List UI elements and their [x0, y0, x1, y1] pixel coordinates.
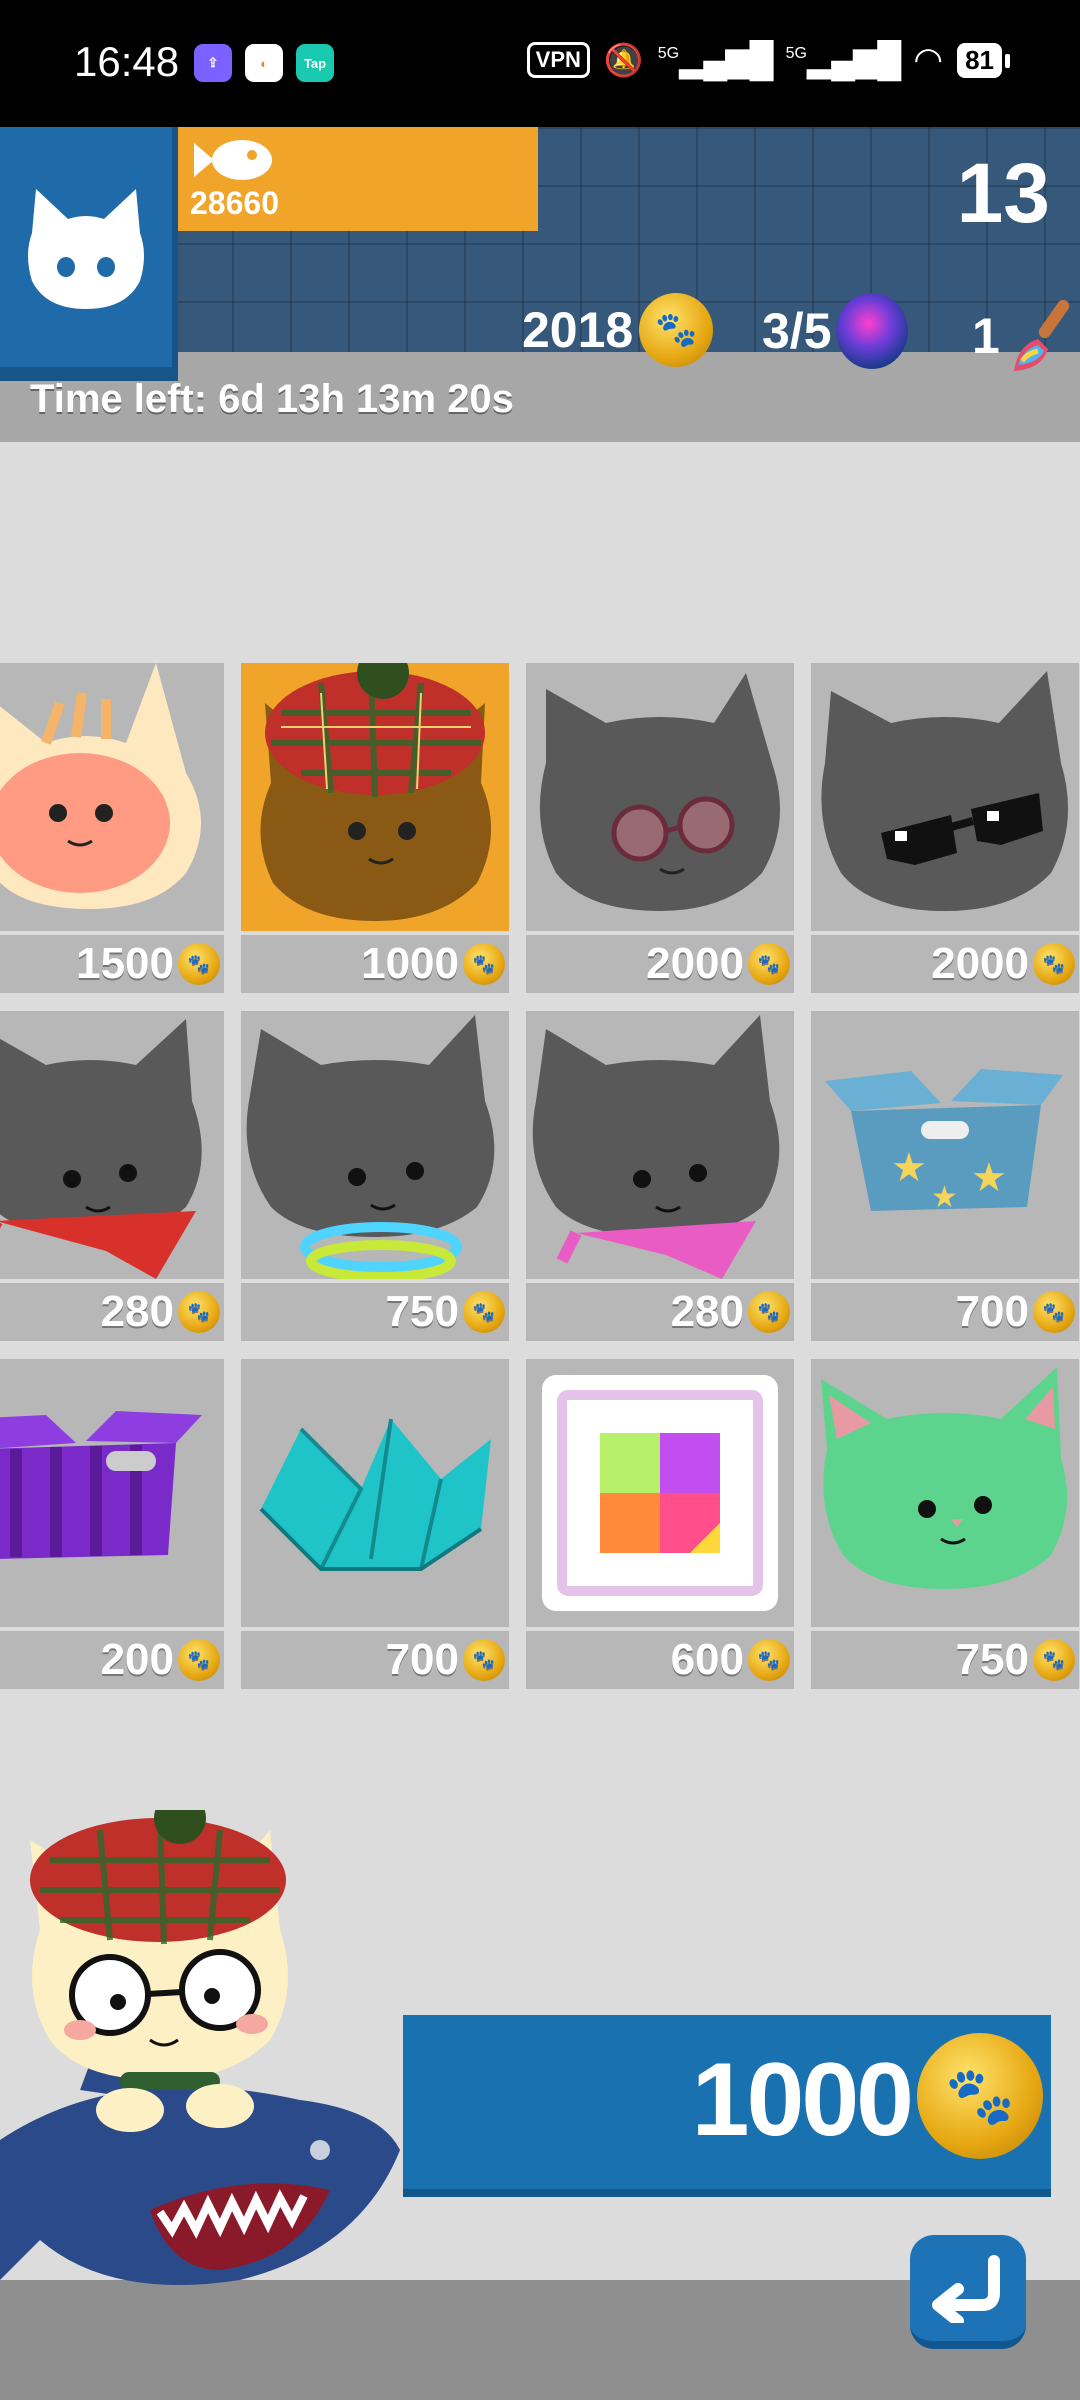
paw-coin-icon: [1033, 1639, 1075, 1681]
shop-item-glow-collar[interactable]: 750: [241, 1011, 509, 1341]
status-bar: 16:48 ⇪ ◐ Tap VPN 🔕 5G ▂▄▆█ 5G ▂▄▆█ ◠ 81: [0, 0, 1080, 127]
shop-item-cream-cat[interactable]: 1500: [0, 663, 224, 993]
app-notification-icon: ◐: [245, 44, 283, 82]
item-price: 280: [0, 1283, 224, 1341]
sunglasses-cat-icon: [821, 671, 1069, 911]
shop-item-star-box[interactable]: ★ ★ ★ 700: [811, 1011, 1079, 1341]
paw-coin-icon: [1033, 1291, 1075, 1333]
gem-icon: [835, 293, 908, 369]
item-price: 750: [811, 1631, 1079, 1689]
item-image: [0, 1359, 224, 1627]
shop-item-purple-box[interactable]: 200: [0, 1359, 224, 1689]
wifi-icon: ◠: [913, 41, 944, 79]
collar-cat-icon: [246, 1015, 495, 1279]
coin-balance-value: 2018: [522, 302, 634, 358]
player-level: 13: [956, 146, 1050, 240]
origami-bed-icon: [259, 1418, 491, 1571]
profile-banner[interactable]: [0, 127, 172, 381]
app-notification-icon: ⇪: [194, 44, 232, 82]
item-image: ★ ★ ★: [811, 1011, 1079, 1279]
fish-icon: [194, 140, 272, 180]
item-price: 280: [526, 1283, 794, 1341]
beret-cat-icon: [260, 663, 492, 921]
gem-balance-value: 3/5: [762, 303, 832, 359]
cream-cat-icon: [0, 663, 201, 909]
cat-on-shark-mascot: [0, 1810, 400, 2285]
shop-item-color-frame[interactable]: 600: [526, 1359, 794, 1689]
return-arrow-icon: [932, 2255, 1000, 2323]
paw-coin-icon: [463, 1639, 505, 1681]
coin-balance: 2018: [522, 293, 714, 367]
bandana-cat-icon: [0, 1019, 202, 1279]
paw-coin-icon: [178, 1291, 220, 1333]
item-price: 700: [241, 1631, 509, 1689]
glasses-cat-icon: [539, 673, 780, 911]
item-image: [526, 663, 794, 931]
item-image: [241, 1359, 509, 1627]
fish-counter: 28660: [178, 127, 538, 231]
item-price: 700: [811, 1283, 1079, 1341]
item-price: 200: [0, 1631, 224, 1689]
item-price: 1500: [0, 935, 224, 993]
shop-item-pink-bandana[interactable]: 280: [526, 1011, 794, 1341]
item-price: 600: [526, 1631, 794, 1689]
time-left-label: Time left: 6d 13h 13m 20s: [30, 377, 514, 421]
mute-icon: 🔕: [603, 42, 644, 78]
color-frame-icon: [542, 1375, 778, 1611]
paw-coin-icon: [178, 1639, 220, 1681]
vpn-icon: VPN: [526, 42, 590, 78]
tap-app-icon: Tap: [296, 44, 334, 82]
item-image: [0, 663, 224, 931]
green-cat-icon: [821, 1367, 1068, 1589]
paw-coin-icon: [748, 1639, 790, 1681]
item-image: [241, 1011, 509, 1279]
brush-balance-value: 1: [972, 308, 1000, 364]
item-image: [526, 1359, 794, 1627]
purple-box-icon: [0, 1411, 202, 1559]
item-price: 2000: [811, 935, 1079, 993]
shop-item-green-cat[interactable]: 750: [811, 1359, 1079, 1689]
buy-button[interactable]: 1000: [403, 2015, 1051, 2197]
shop-item-round-glasses[interactable]: 2000: [526, 663, 794, 993]
item-price: 1000: [241, 935, 509, 993]
buy-price: 1000: [691, 2042, 914, 2158]
paw-coin-icon: [748, 943, 790, 985]
shop-item-tartan-beret[interactable]: 1000: [241, 663, 509, 993]
shop-header: 28660 13 2018 3/5 1 Time left: 6d 13h 13…: [0, 127, 1080, 442]
svg-text:★: ★: [971, 1155, 1007, 1201]
back-button[interactable]: [910, 2235, 1026, 2349]
item-price: 750: [241, 1283, 509, 1341]
shop-item-red-bandana[interactable]: 280: [0, 1011, 224, 1341]
brush-balance: 1: [972, 293, 1080, 379]
shop-item-pixel-sunglasses[interactable]: 2000: [811, 663, 1079, 993]
item-image: [811, 1359, 1079, 1627]
gem-balance: 3/5: [762, 293, 908, 369]
paw-coin-icon: [639, 293, 714, 367]
shop-item-origami-bed[interactable]: 700: [241, 1359, 509, 1689]
svg-text:★: ★: [891, 1145, 927, 1191]
cat-profile-icon: [28, 189, 144, 309]
item-image: [0, 1011, 224, 1279]
item-image: [241, 663, 509, 931]
pink-bandana-cat-icon: [532, 1015, 780, 1279]
paw-coin-icon: [178, 943, 220, 985]
item-image: [526, 1011, 794, 1279]
paw-coin-icon: [463, 1291, 505, 1333]
clock: 16:48: [74, 38, 180, 85]
item-price: 2000: [526, 935, 794, 993]
paw-coin-icon: [917, 2033, 1043, 2159]
battery-icon: 81: [957, 42, 1010, 78]
paw-coin-icon: [1033, 943, 1075, 985]
paw-coin-icon: [463, 943, 505, 985]
star-box-icon: ★ ★ ★: [825, 1069, 1063, 1215]
paw-coin-icon: [748, 1291, 790, 1333]
fish-count: 28660: [190, 185, 279, 221]
signal-icon: 5G ▂▄▆█: [785, 41, 902, 79]
svg-text:★: ★: [931, 1180, 958, 1215]
item-image: [811, 663, 1079, 931]
paintbrush-icon: [1013, 299, 1069, 371]
signal-icon: 5G ▂▄▆█: [657, 41, 774, 79]
